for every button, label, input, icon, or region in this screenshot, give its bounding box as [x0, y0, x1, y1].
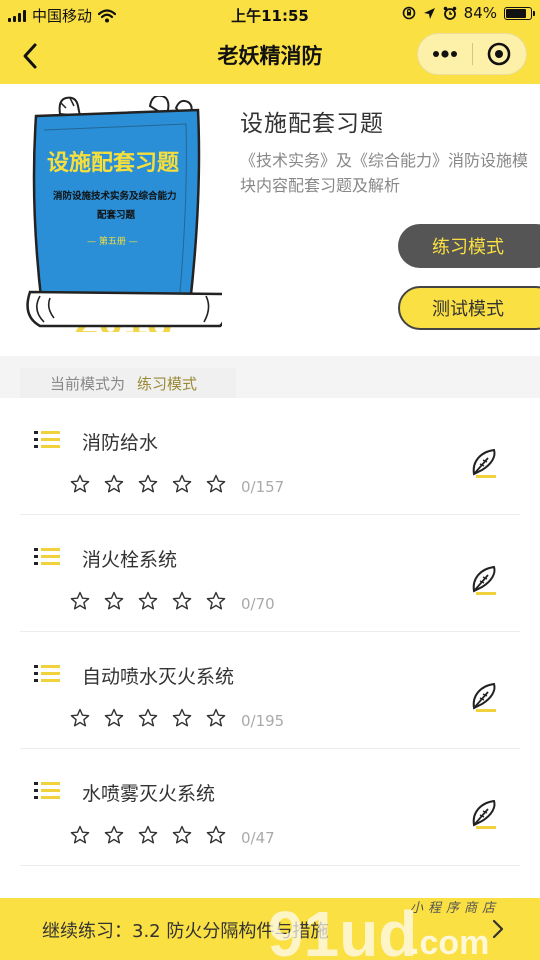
- star-icon: [172, 708, 192, 727]
- target-circle-icon: [487, 42, 511, 66]
- star-icon: [138, 825, 158, 844]
- status-bar: 中国移动 上午11:55 84%: [0, 0, 540, 28]
- continue-practice-text: 继续练习：3.2 防火分隔构件与措施: [42, 921, 329, 942]
- chevron-right-icon: [492, 919, 504, 939]
- current-mode-indicator: 当前模式为 练习模式: [20, 368, 236, 398]
- quill-pen-icon[interactable]: [466, 797, 500, 831]
- star-icon: [172, 825, 192, 844]
- item-title: 消火栓系统: [82, 549, 178, 571]
- book-volume: — 第五册 —: [87, 235, 138, 247]
- item-progress: 0/195: [241, 712, 285, 730]
- book-subtitle-2: 配套习题: [97, 209, 136, 221]
- practice-mode-button[interactable]: 练习模式: [398, 224, 540, 268]
- star-icon: [70, 591, 90, 610]
- rating-stars: [70, 474, 226, 494]
- star-icon: [138, 591, 158, 610]
- star-icon: [206, 474, 226, 493]
- battery-percent: 84%: [463, 4, 497, 22]
- miniprogram-capsule: [417, 33, 527, 75]
- close-miniprogram-button[interactable]: [473, 34, 527, 74]
- item-title: 消防给水: [82, 432, 159, 454]
- star-icon: [206, 825, 226, 844]
- item-title: 自动喷水灭火系统: [82, 666, 235, 688]
- more-button[interactable]: [418, 34, 472, 74]
- star-icon: [104, 825, 124, 844]
- alarm-icon: [443, 6, 456, 20]
- list-item[interactable]: 水喷雾灭火系统 0/47: [20, 749, 520, 866]
- star-icon: [172, 591, 192, 610]
- course-description: 《技术实务》及《综合能力》消防设施模块内容配套习题及解析: [240, 151, 529, 195]
- back-button[interactable]: [10, 36, 50, 76]
- watermark-domain: .com: [410, 924, 489, 960]
- item-progress: 0/47: [241, 829, 275, 847]
- list-icon: [34, 665, 60, 682]
- item-progress: 0/157: [241, 478, 285, 496]
- chapter-list: 消防给水 0/157 消火栓系统 0/70 自动喷水灭火系统 0/195 水喷雾…: [0, 398, 540, 898]
- star-icon: [138, 708, 158, 727]
- list-item[interactable]: 自动喷水灭火系统 0/195: [20, 632, 520, 749]
- quill-pen-icon[interactable]: [466, 563, 500, 597]
- course-title: 设施配套习题: [240, 111, 384, 137]
- course-header: 2018 设施配套习题 消防设施技术实务及综合能力 配套习题 — 第五册 — 设…: [0, 84, 540, 356]
- rating-stars: [70, 825, 226, 845]
- rating-stars: [70, 591, 226, 611]
- rating-stars: [70, 708, 226, 728]
- star-icon: [70, 825, 90, 844]
- status-right: 84%: [402, 4, 535, 22]
- star-icon: [206, 591, 226, 610]
- star-icon: [104, 591, 124, 610]
- star-icon: [104, 474, 124, 493]
- nav-bar: 老妖精消防: [0, 28, 540, 84]
- book-title: 设施配套习题: [47, 150, 180, 176]
- star-icon: [138, 474, 158, 493]
- more-dots-icon: [432, 50, 457, 58]
- star-icon: [206, 708, 226, 727]
- list-item[interactable]: 消火栓系统 0/70: [20, 515, 520, 632]
- continue-practice-bar[interactable]: 继续练习：3.2 防火分隔构件与措施 91ud 小程序商店 .com: [0, 898, 540, 960]
- list-icon: [34, 782, 60, 799]
- list-item[interactable]: 消防给水 0/157: [20, 398, 520, 515]
- star-icon: [172, 474, 192, 493]
- star-icon: [104, 708, 124, 727]
- star-icon: [70, 708, 90, 727]
- chevron-left-icon: [23, 43, 37, 69]
- book-subtitle-1: 消防设施技术实务及综合能力: [53, 190, 177, 202]
- test-mode-button[interactable]: 测试模式: [398, 286, 540, 330]
- watermark-sub: 小程序商店: [410, 901, 500, 916]
- star-icon: [70, 474, 90, 493]
- quill-pen-icon[interactable]: [466, 680, 500, 714]
- item-progress: 0/70: [241, 595, 275, 613]
- battery-icon: [504, 6, 535, 20]
- item-title: 水喷雾灭火系统: [82, 783, 216, 805]
- current-mode-label: 当前模式为: [50, 374, 126, 393]
- location-icon: [423, 7, 435, 19]
- book-cover-image: 2018 设施配套习题 消防设施技术实务及综合能力 配套习题 — 第五册 —: [26, 96, 222, 332]
- rotation-lock-icon: [402, 6, 415, 20]
- list-icon: [34, 548, 60, 565]
- quill-pen-icon[interactable]: [466, 446, 500, 480]
- list-icon: [34, 431, 60, 448]
- battery-level: [506, 8, 527, 18]
- current-mode-value: 练习模式: [137, 374, 198, 393]
- top-bar: 中国移动 上午11:55 84% 老妖精消防: [0, 0, 540, 84]
